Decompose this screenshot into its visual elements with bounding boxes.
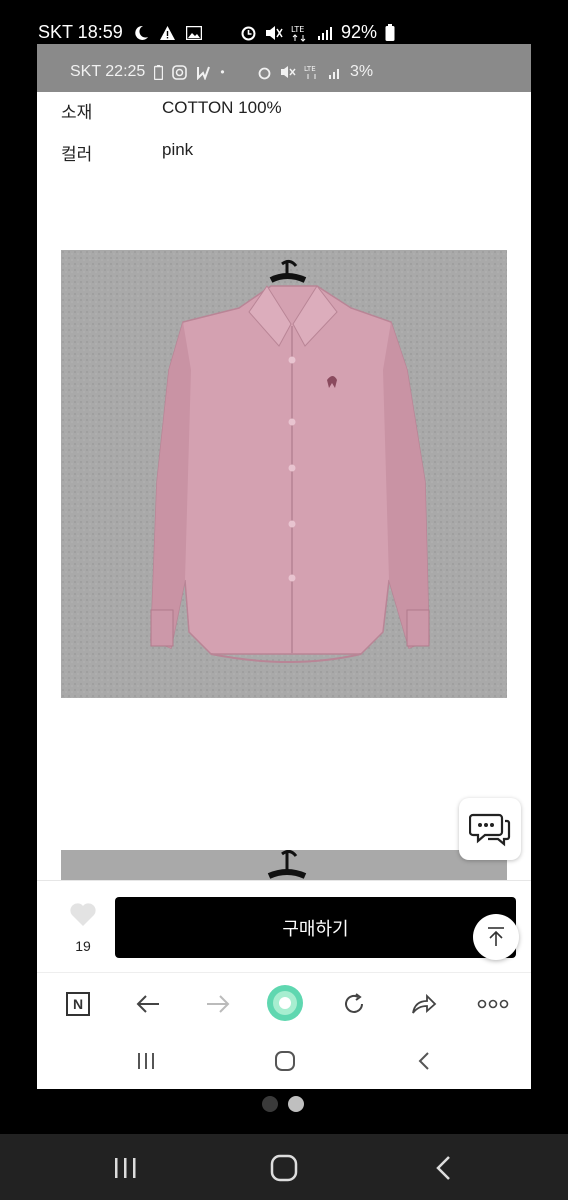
like-button[interactable]: 19 xyxy=(63,901,103,954)
refresh-button[interactable] xyxy=(339,989,369,1019)
dot-icon: • xyxy=(220,65,225,79)
spec-value: COTTON 100% xyxy=(162,98,282,117)
buy-button[interactable]: 구매하기 xyxy=(115,897,516,958)
inner-home-button[interactable] xyxy=(272,1048,298,1074)
outer-carrier-time: SKT 18:59 xyxy=(38,22,123,42)
share-icon xyxy=(412,993,437,1014)
browser-toolbar: N xyxy=(37,972,531,1033)
app-icon xyxy=(197,66,211,80)
shirt-illustration xyxy=(61,250,507,698)
green-dot-button[interactable] xyxy=(265,983,305,1023)
naver-icon: N xyxy=(66,992,90,1016)
refresh-icon xyxy=(345,993,363,1013)
arrow-right-icon xyxy=(207,995,230,1013)
recents-button[interactable] xyxy=(112,1156,138,1185)
like-count: 19 xyxy=(75,938,91,954)
signal-icon xyxy=(318,26,332,40)
battery-low-icon xyxy=(154,64,164,80)
spec-value: pink xyxy=(162,140,194,159)
chat-icon xyxy=(469,813,511,847)
more-dots-icon xyxy=(477,999,509,1009)
outer-nav-bar xyxy=(0,1134,568,1200)
scroll-top-button[interactable] xyxy=(473,914,519,960)
home-icon xyxy=(270,1154,298,1182)
more-button[interactable] xyxy=(475,989,511,1019)
arrow-up-icon xyxy=(488,927,504,946)
recents-icon xyxy=(115,1158,136,1178)
moon-icon xyxy=(135,25,148,40)
recents-icon xyxy=(138,1053,154,1069)
home-icon xyxy=(275,1051,295,1071)
forward-button[interactable] xyxy=(203,989,233,1019)
battery-icon xyxy=(385,24,395,41)
home-button[interactable] xyxy=(270,1154,298,1187)
naver-home-button[interactable]: N xyxy=(63,989,93,1019)
image-icon xyxy=(185,25,202,40)
outer-battery-percent: 92% xyxy=(341,22,378,42)
svg-text:LTE: LTE xyxy=(304,65,316,73)
mute-icon xyxy=(266,25,283,40)
instagram-icon xyxy=(172,64,188,80)
inner-carrier-time: SKT 22:25 xyxy=(70,63,146,80)
purchase-bar: 19 구매하기 xyxy=(37,880,531,973)
back-icon xyxy=(418,1052,429,1070)
inner-status-bar: SKT 22:25 • LTE 3% xyxy=(37,44,531,92)
chat-button[interactable] xyxy=(459,798,521,860)
inner-lte-icon: LTE xyxy=(304,65,316,79)
inner-mute-icon xyxy=(281,66,296,78)
inner-signal-icon xyxy=(329,68,339,79)
page-indicator xyxy=(262,1096,304,1112)
inner-alarm-icon xyxy=(258,67,271,79)
inner-battery-percent: 3% xyxy=(350,63,374,80)
spec-label: 컬러 xyxy=(61,145,93,164)
back-button[interactable] xyxy=(133,989,163,1019)
product-image[interactable] xyxy=(61,250,507,698)
green-dot-icon xyxy=(267,985,303,1021)
heart-icon xyxy=(70,903,96,926)
warning-icon xyxy=(159,25,175,40)
outer-status-bar: SKT 18:59 LTE 92% xyxy=(0,0,568,44)
svg-text:LTE: LTE xyxy=(291,25,304,34)
spec-label: 소재 xyxy=(61,103,93,122)
page-dot-active[interactable] xyxy=(288,1096,304,1112)
arrow-left-icon xyxy=(136,995,159,1013)
page-dot[interactable] xyxy=(262,1096,278,1112)
inner-back-button[interactable] xyxy=(411,1048,437,1074)
back-icon xyxy=(436,1156,450,1180)
lte-icon: LTE xyxy=(291,25,306,42)
inner-nav-bar xyxy=(37,1032,531,1089)
app-screenshot-frame: SKT 22:25 • LTE 3% 소재 COTTON 100% 컬러 pin… xyxy=(37,44,531,1089)
back-button-system[interactable] xyxy=(434,1154,452,1187)
share-button[interactable] xyxy=(409,989,439,1019)
alarm-icon xyxy=(241,26,256,41)
inner-recents-button[interactable] xyxy=(133,1048,159,1074)
